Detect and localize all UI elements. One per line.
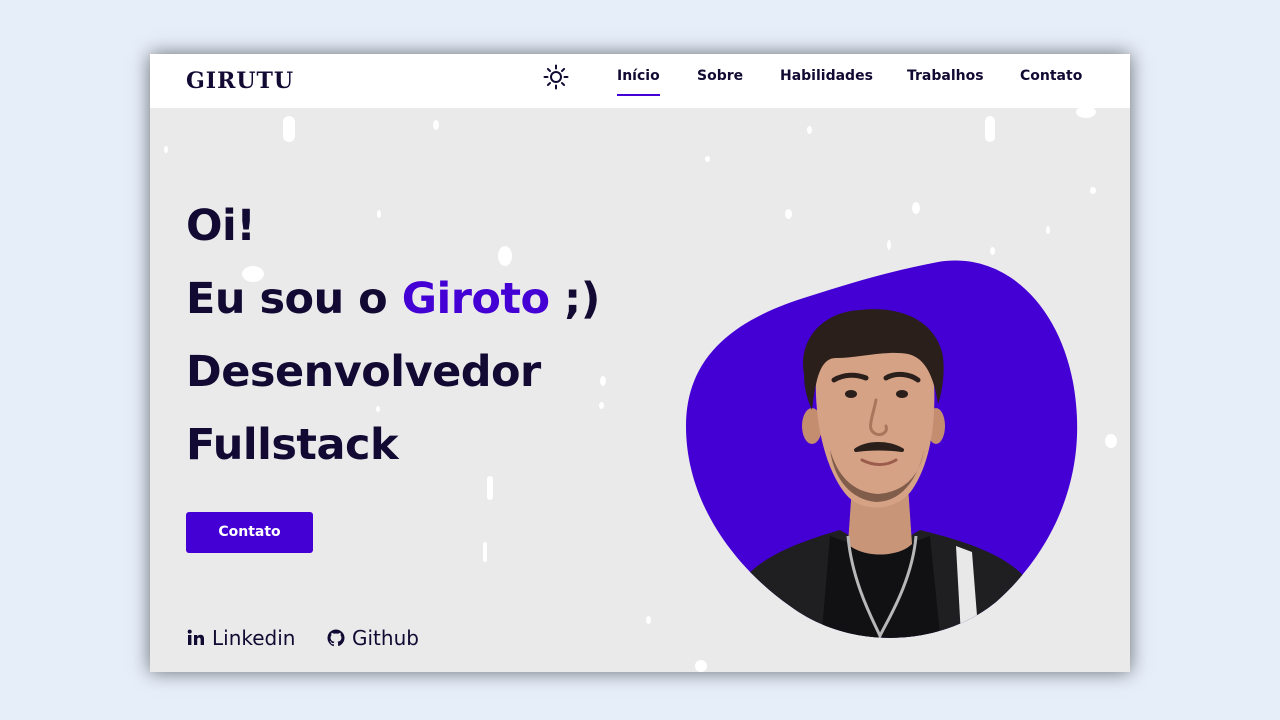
nav-link-inicio[interactable]: Início	[617, 68, 660, 96]
hero-heading: Oi! Eu sou o Giroto ;) Desenvolvedor Ful…	[186, 190, 600, 482]
nav-link-contato[interactable]: Contato	[1020, 68, 1082, 84]
nav-link-sobre[interactable]: Sobre	[697, 68, 743, 84]
main-nav: Início Sobre Habilidades Trabalhos Conta…	[150, 68, 1130, 108]
hero-intro-suffix: ;)	[549, 274, 600, 324]
profile-blob	[686, 260, 1078, 638]
hero-intro: Eu sou o Giroto ;)	[186, 263, 600, 336]
hero-name: Giroto	[401, 274, 550, 324]
linkedin-icon	[187, 629, 204, 645]
contact-button[interactable]: Contato	[186, 512, 313, 553]
github-label: Github	[352, 626, 419, 650]
hero-role-line2: Fullstack	[186, 420, 399, 470]
profile-photo	[680, 254, 1090, 654]
github-link[interactable]: Github	[326, 626, 419, 650]
nav-link-trabalhos[interactable]: Trabalhos	[907, 68, 984, 84]
hero-greeting: Oi!	[186, 201, 256, 251]
hero-role-line1: Desenvolvedor	[186, 347, 541, 397]
linkedin-label: Linkedin	[212, 626, 296, 650]
nav-link-habilidades[interactable]: Habilidades	[780, 68, 873, 84]
navbar: GIRUTU Início Sobre Habilidades Trabalho…	[150, 54, 1130, 108]
github-icon	[327, 629, 345, 647]
browser-page: GIRUTU Início Sobre Habilidades Trabalho…	[150, 54, 1130, 672]
linkedin-link[interactable]: Linkedin	[186, 626, 295, 650]
hero-intro-prefix: Eu sou o	[186, 274, 402, 324]
